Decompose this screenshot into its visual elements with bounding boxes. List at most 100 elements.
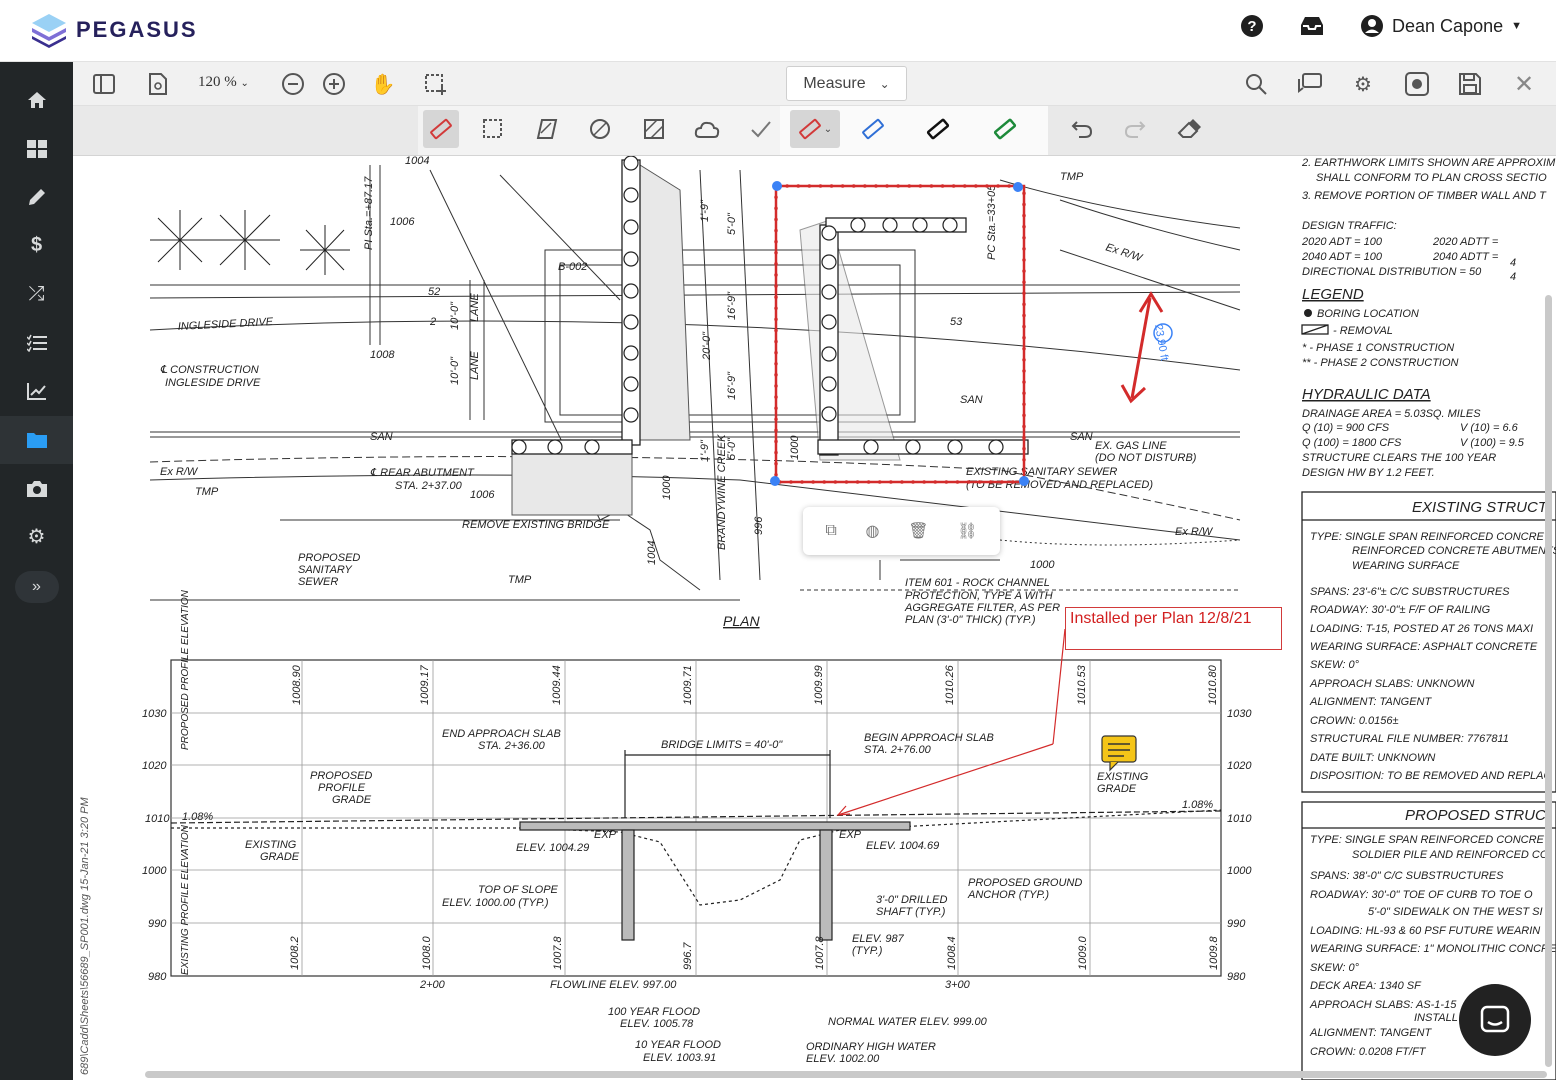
profile-label: 10 YEAR FLOOD — [635, 1039, 721, 1051]
note-text: ROADWAY: 30'-0"± F/F OF RAILING — [1310, 604, 1491, 616]
plan-label: INGLESIDE DRIVE — [165, 377, 261, 389]
plan-title: PLAN — [723, 613, 760, 629]
existing-structure-title: EXISTING STRUCT — [1412, 499, 1549, 516]
profile-label: SHAFT (TYP.) — [876, 906, 946, 918]
profile-bottom-value: 1007.8 — [552, 935, 564, 970]
plan-label: B-002 — [558, 261, 587, 273]
chat-launcher-button[interactable] — [1459, 984, 1531, 1056]
trash-icon[interactable]: 🗑 — [908, 521, 928, 541]
measure-green-tool[interactable] — [987, 110, 1023, 148]
plan-label: 1004 — [405, 156, 429, 167]
duplicate-icon[interactable]: ⧉ — [825, 522, 836, 540]
sidebar-item-photos[interactable] — [0, 464, 73, 513]
app-logo[interactable]: PEGASUS — [30, 12, 198, 48]
profile-label: BEGIN APPROACH SLAB — [864, 732, 994, 744]
sidebar-expand-button[interactable]: » — [14, 571, 59, 603]
elev-left: 980 — [148, 971, 167, 983]
sidebar-item-reports[interactable] — [0, 367, 73, 416]
elev-right: 1020 — [1227, 760, 1252, 772]
checkmark-icon — [751, 121, 771, 138]
document-settings-button[interactable] — [143, 70, 173, 98]
record-button[interactable] — [1402, 70, 1432, 98]
sidebar-item-finance[interactable]: $ — [0, 222, 73, 271]
mode-select[interactable]: Measure ⌄ — [786, 66, 907, 101]
zoom-in-button[interactable] — [319, 70, 349, 98]
toggle-panel-button[interactable] — [89, 70, 119, 98]
zoom-select[interactable]: 120 % ⌄ — [198, 74, 249, 91]
horizontal-scrollbar[interactable] — [145, 1071, 1547, 1078]
plan-label: 16'-9" — [726, 371, 738, 400]
pencil-icon — [28, 189, 45, 206]
plan-label: ℄ CONSTRUCTION — [160, 364, 259, 376]
profile-label: EXISTING — [1097, 771, 1149, 783]
plan-label: PC Sta.=33+05 — [986, 184, 998, 260]
rectangle-hatch-tool[interactable] — [636, 110, 672, 148]
drawing-canvas[interactable]: 1004 PI Sta.=+87.17 1006 B-002 INGLESIDE… — [73, 156, 1556, 1080]
note-text: SPANS: 23'-6"± C/C SUBSTRUCTURES — [1310, 586, 1510, 598]
profile-label: ELEV. 1004.69 — [866, 840, 939, 852]
elev-left: 1010 — [145, 813, 170, 825]
zoom-in-icon — [323, 73, 345, 95]
user-menu[interactable]: Dean Capone ▼ — [1360, 14, 1522, 38]
pan-tool-button[interactable]: ✋ — [368, 70, 398, 98]
profile-label: GRADE — [332, 794, 372, 806]
save-button[interactable] — [1455, 70, 1485, 98]
plan-label: 16'-9" — [726, 291, 738, 320]
palette-icon[interactable]: ◍ — [866, 521, 880, 541]
ruler-blue-icon — [862, 118, 884, 140]
polygon-tool[interactable] — [529, 110, 565, 148]
text-annotation[interactable]: Installed per Plan 12/8/21 — [1065, 607, 1282, 650]
comments-button[interactable] — [1295, 70, 1325, 98]
settings-button[interactable]: ⚙ — [1348, 70, 1378, 98]
eraser-button[interactable] — [1171, 110, 1207, 148]
profile-label: ORDINARY HIGH WATER — [806, 1041, 936, 1053]
select-area-icon — [425, 74, 446, 95]
measure-blue-tool[interactable] — [855, 110, 891, 148]
note-text: APPROACH SLABS: UNKNOWN — [1309, 678, 1474, 690]
close-button[interactable]: ✕ — [1509, 70, 1539, 98]
search-button[interactable] — [1241, 70, 1271, 98]
measure-black-tool[interactable] — [920, 110, 956, 148]
ruler-tool-button[interactable] — [423, 110, 459, 148]
checkmark-tool[interactable] — [743, 110, 779, 148]
plan-label: EX. GAS LINE — [1095, 440, 1167, 452]
hand-icon: ✋ — [370, 73, 396, 96]
elev-right: 980 — [1227, 971, 1246, 983]
sidebar-item-home[interactable] — [0, 76, 73, 125]
plan-label: 53 — [950, 316, 963, 328]
circle-tool[interactable] — [582, 110, 618, 148]
help-icon[interactable]: ? — [1240, 14, 1264, 38]
measure-length-tool[interactable]: ⌄ — [790, 110, 840, 148]
station-label: 3+00 — [945, 979, 971, 991]
ruler-red-icon — [798, 118, 821, 140]
vertical-scrollbar[interactable] — [1545, 295, 1552, 1067]
zoom-out-button[interactable] — [278, 70, 308, 98]
cloud-tool[interactable] — [689, 110, 725, 148]
search-icon — [1246, 74, 1267, 95]
file-path-label: 689\Cadd\Sheets\56689_SP001.dwg 15-Jan-2… — [79, 797, 91, 1075]
redo-button[interactable] — [1117, 110, 1153, 148]
note-text: 2020 ADT = 100 — [1301, 236, 1383, 248]
sidebar-item-checklist[interactable] — [0, 319, 73, 368]
note-text: V (10) = 6.6 — [1460, 422, 1519, 434]
sidebar-item-files[interactable] — [0, 415, 73, 464]
profile-label: ELEV. 1003.91 — [643, 1052, 716, 1064]
cloud-icon — [694, 121, 720, 138]
note-text: ROADWAY: 30'-0" TOE OF CURB TO TOE O — [1310, 889, 1533, 901]
elev-right: 990 — [1227, 918, 1246, 930]
sidebar-item-dashboard[interactable] — [0, 125, 73, 174]
undo-button[interactable] — [1064, 110, 1100, 148]
note-text: LOADING: T-15, POSTED AT 26 TONS MAXI — [1310, 623, 1533, 635]
record-icon — [1405, 72, 1429, 96]
sidebar-item-shuffle[interactable]: ⤮ — [0, 270, 73, 319]
annotation-context-toolbar: ⧉ ◍ 🗑 ⛓ — [803, 507, 1000, 555]
profile-label: GRADE — [1097, 783, 1137, 795]
area-select-button[interactable] — [420, 70, 450, 98]
elev-left: 1000 — [142, 865, 167, 877]
inbox-icon[interactable] — [1298, 15, 1326, 37]
sidebar-item-edit[interactable] — [0, 173, 73, 222]
rectangle-select-tool[interactable] — [475, 110, 511, 148]
sidebar-item-settings[interactable]: ⚙ — [0, 513, 73, 562]
link-icon[interactable]: ⛓ — [957, 521, 977, 541]
double-chevron-right-icon: » — [32, 578, 41, 595]
